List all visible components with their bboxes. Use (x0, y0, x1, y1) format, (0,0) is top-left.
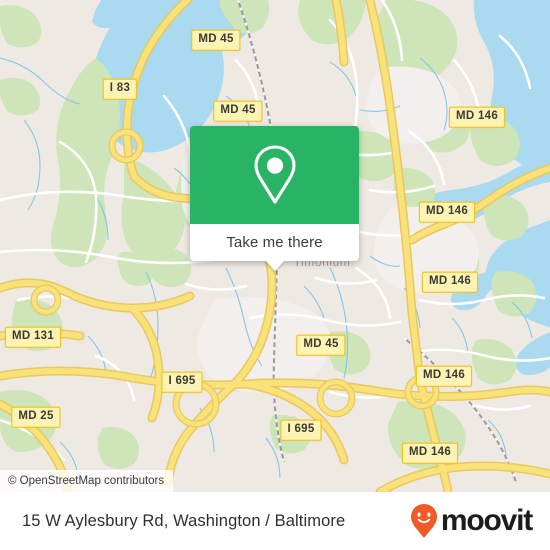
moovit-pin-smiley-icon (410, 504, 437, 538)
footer-bar: 15 W Aylesbury Rd, Washington / Baltimor… (0, 492, 550, 550)
road-shield: I 695 (280, 419, 322, 441)
road-shield: MD 146 (421, 271, 479, 293)
road-shield: MD 45 (296, 334, 346, 356)
road-shield: MD 146 (401, 442, 459, 464)
road-shield: I 83 (102, 78, 138, 100)
map-screenshot: MD 45 I 83 MD 45 MD 146 MD 146 MD 146 MD 131 MD… (0, 0, 550, 550)
location-popup-card[interactable]: Take me there (190, 126, 359, 271)
moovit-wordmark: moovit (440, 504, 533, 537)
moovit-logo[interactable]: moovit (409, 503, 533, 539)
map-pin-icon (253, 145, 296, 204)
road-shield: MD 146 (448, 106, 506, 128)
road-shield: MD 131 (4, 326, 62, 348)
popup-header (190, 126, 359, 224)
road-shield: MD 45 (213, 100, 263, 122)
road-shield: MD 146 (415, 365, 473, 387)
road-shield: MD 146 (418, 201, 476, 223)
popup-footer[interactable]: Take me there (190, 224, 359, 271)
popup-pointer-tail (264, 260, 285, 271)
take-me-there-button[interactable]: Take me there (226, 234, 322, 251)
attribution-text[interactable]: © OpenStreetMap contributors (8, 475, 164, 487)
road-shield: I 695 (161, 371, 203, 393)
road-shield: MD 25 (11, 406, 61, 428)
road-shield: MD 45 (191, 29, 241, 51)
address-label: 15 W Aylesbury Rd, Washington / Baltimor… (22, 511, 346, 530)
map-attribution[interactable]: © OpenStreetMap contributors (0, 470, 174, 492)
